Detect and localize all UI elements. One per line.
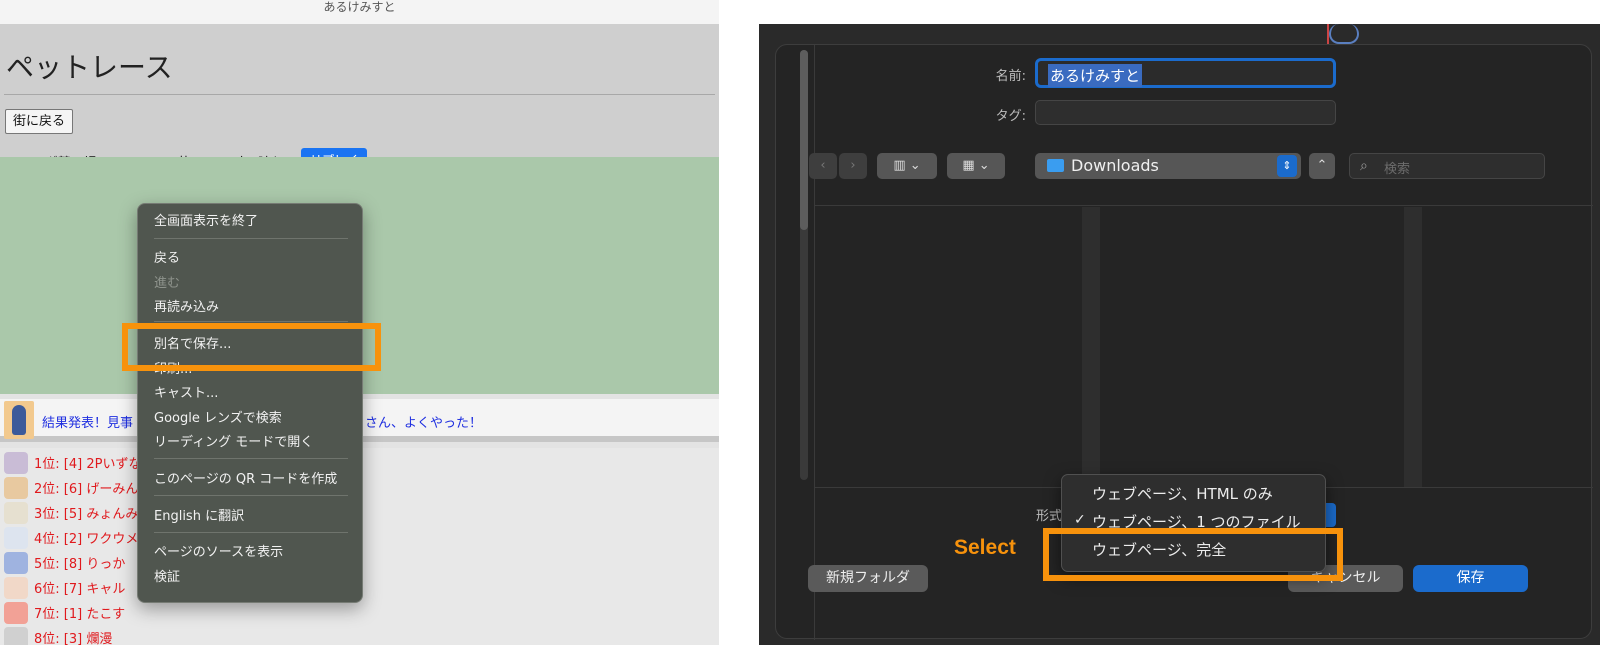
tags-input[interactable] — [1035, 100, 1336, 125]
pet-avatar-icon — [4, 626, 28, 645]
highlight-web-complete — [1043, 528, 1343, 581]
context-menu-item[interactable]: English に翻訳 — [154, 505, 244, 524]
pet-avatar-icon — [4, 526, 28, 549]
back-to-town-button[interactable]: 街に戻る — [5, 109, 74, 134]
ranking-row: 6位: [7] キャル — [4, 575, 125, 600]
context-menu-item[interactable]: キャスト... — [154, 382, 218, 401]
sidebar-scrollbar[interactable] — [800, 50, 808, 480]
result-text: 結果発表！見事 — [42, 416, 134, 431]
background-doodle — [1329, 24, 1359, 44]
collapse-button[interactable]: ⌃ — [1309, 153, 1335, 179]
result-avatar — [4, 401, 34, 439]
location-select[interactable]: Downloads ⇕ — [1035, 153, 1301, 179]
pet-avatar-icon — [4, 476, 28, 499]
ranking-text: 3位: [5] みょんみ — [34, 507, 139, 522]
save-button[interactable]: 保存 — [1413, 565, 1528, 592]
ranking-text: 6位: [7] キャル — [34, 582, 126, 597]
columns-icon: ▥ ⌄ — [893, 158, 921, 173]
checkmark-icon: ✓ — [1074, 512, 1086, 528]
context-menu-item[interactable]: 検証 — [154, 566, 180, 585]
grid-icon: ▦ ⌄ — [962, 158, 990, 173]
ranking-row: 4位: [2] ワクウメ — [4, 525, 138, 550]
pet-avatar-icon — [4, 451, 28, 474]
result-text-tail: さん、よくやった！ — [365, 416, 483, 431]
search-input[interactable]: ⌕ 検索 — [1349, 153, 1545, 179]
menu-separator — [154, 458, 348, 459]
context-menu-item[interactable]: リーディング モードで開く — [154, 431, 313, 450]
filename-input[interactable]: あるけみすと — [1035, 58, 1336, 88]
context-menu-item[interactable]: Google レンズで検索 — [154, 407, 282, 426]
context-menu-item[interactable]: 全画面表示を終了 — [154, 210, 258, 229]
window-title: あるけみすと — [0, 0, 719, 24]
column-view-button[interactable]: ▥ ⌄ — [877, 153, 937, 179]
composite-screenshot: あるけみすと ペットレース 街に戻る ユルンダ競ペ場 1600マー下 芝2400… — [0, 0, 1600, 645]
page-title: ペットレース — [6, 51, 173, 84]
context-menu-item[interactable]: 再読み込み — [154, 296, 219, 315]
pet-avatar-icon — [4, 576, 28, 599]
ranking-row: 1位: [4] 2Pいずな — [4, 450, 141, 475]
ranking-row: 2位: [6] げーみん — [4, 475, 138, 500]
context-menu-item: 進む — [154, 276, 181, 291]
ranking-text: 8位: [3] 爛漫 — [34, 632, 113, 645]
select-annotation-label: Select — [954, 536, 1016, 559]
ranking-text: 5位: [8] りっか — [34, 557, 126, 572]
divider — [4, 94, 715, 95]
folder-icon — [1047, 159, 1064, 172]
context-menu: 全画面表示を終了 戻る 進む 再読み込み 別名で保存... 印刷... キャスト... Goo… — [137, 203, 363, 603]
ranking-row: 8位: [3] 爛漫 — [4, 625, 112, 645]
menu-separator — [154, 532, 348, 533]
ranking-row: 5位: [8] りっか — [4, 550, 125, 575]
ranking-text: 2位: [6] げーみん — [34, 482, 139, 497]
context-menu-item[interactable]: ページのソースを表示 — [154, 541, 283, 560]
filename-value: あるけみすと — [1048, 64, 1143, 87]
column-scrollbar[interactable] — [1404, 207, 1422, 487]
new-folder-button[interactable]: 新規フォルダ — [808, 565, 928, 592]
menu-separator — [154, 495, 348, 496]
tag-label: タグ: — [995, 109, 1026, 124]
format-label: 形式 — [1036, 509, 1063, 524]
pet-avatar-icon — [4, 551, 28, 574]
context-menu-item[interactable]: 戻る — [154, 247, 180, 266]
ranking-text: 7位: [1] たこす — [34, 607, 126, 622]
menu-separator — [154, 321, 348, 322]
ranking-row: 7位: [1] たこす — [4, 600, 125, 625]
column-scrollbar[interactable] — [1082, 207, 1100, 487]
forward-nav-button[interactable]: › — [839, 153, 867, 179]
search-placeholder: 検索 — [1384, 162, 1411, 177]
ranking-row: 3位: [5] みょんみ — [4, 500, 138, 525]
location-value: Downloads — [1071, 156, 1159, 175]
ranking-text: 4位: [2] ワクウメ — [34, 532, 139, 547]
menu-separator — [154, 238, 348, 239]
sidebar-divider — [814, 45, 815, 640]
highlight-save-as — [122, 323, 381, 371]
ranking-text: 1位: [4] 2Pいずな — [34, 457, 142, 472]
format-option[interactable]: ウェブページ、HTML のみ — [1092, 483, 1273, 504]
browser-divider-top — [814, 205, 1593, 206]
chevron-up-icon: ⌃ — [1316, 158, 1328, 173]
group-view-button[interactable]: ▦ ⌄ — [947, 153, 1005, 179]
pet-avatar-icon — [4, 601, 28, 624]
search-icon: ⌕ — [1360, 158, 1368, 174]
name-label: 名前: — [995, 69, 1026, 84]
pet-avatar-icon — [4, 501, 28, 524]
context-menu-item[interactable]: このページの QR コードを作成 — [154, 468, 337, 487]
updown-chevron-icon: ⇕ — [1277, 155, 1297, 177]
back-nav-button[interactable]: ‹ — [809, 153, 837, 179]
page-header: ペットレース 街に戻る ユルンダ競ペ場 1600マー下 芝2400m右 (晴れ)… — [0, 24, 719, 173]
